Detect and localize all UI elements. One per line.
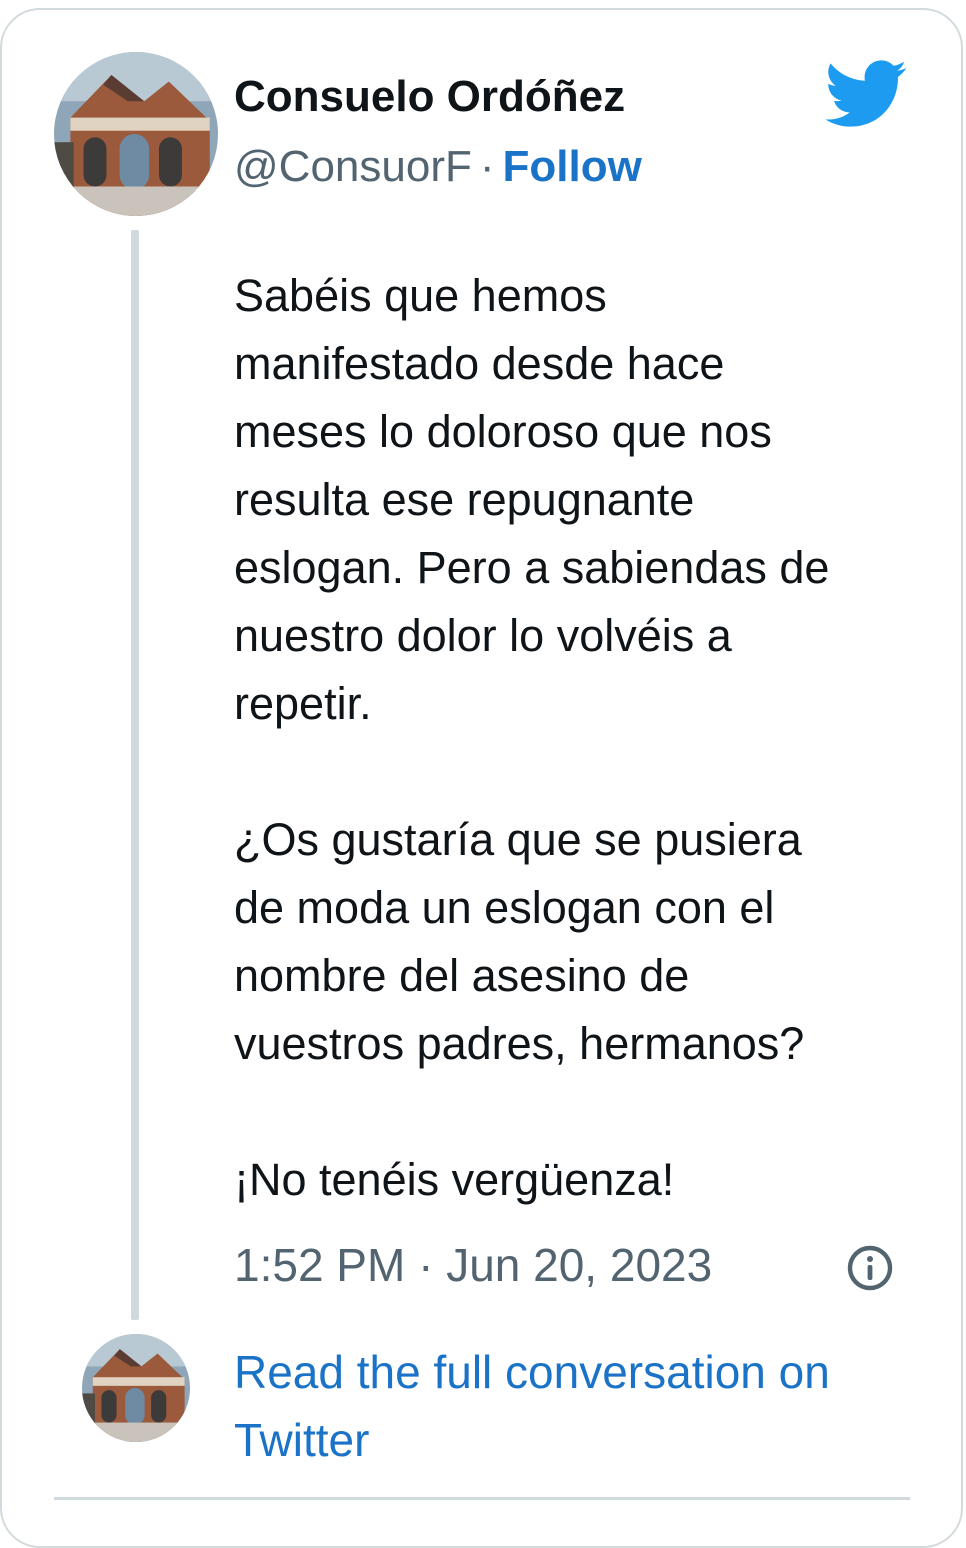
twitter-bird-icon[interactable] [826, 60, 908, 128]
tweet-text: Sabéis que hemos manifestado desde hace … [234, 262, 914, 1214]
follow-button[interactable]: Follow [503, 142, 642, 191]
avatar-building-image [82, 1334, 190, 1442]
author-display-name[interactable]: Consuelo Ordóñez [234, 72, 625, 122]
tweet-paragraph: ¿Os gustaría que se pusiera de moda un e… [234, 814, 805, 1069]
info-icon[interactable] [846, 1244, 894, 1292]
tweet-timestamp[interactable]: 1:52 PM · Jun 20, 2023 [234, 1238, 712, 1292]
divider [54, 1497, 910, 1500]
avatar-building-image [54, 52, 218, 216]
separator-dot: · [479, 142, 495, 191]
tweet-paragraph: Sabéis que hemos manifestado desde hace … [234, 270, 830, 729]
tweet-paragraph: ¡No tenéis vergüenza! [234, 1154, 675, 1205]
author-avatar-small[interactable] [82, 1334, 190, 1442]
read-full-conversation-link[interactable]: Read the full conversation on Twitter [234, 1338, 924, 1474]
thread-line [131, 230, 139, 1320]
author-handle-row: @ConsuorF · Follow [234, 142, 642, 192]
author-handle[interactable]: @ConsuorF [234, 142, 472, 191]
author-avatar[interactable] [54, 52, 218, 216]
